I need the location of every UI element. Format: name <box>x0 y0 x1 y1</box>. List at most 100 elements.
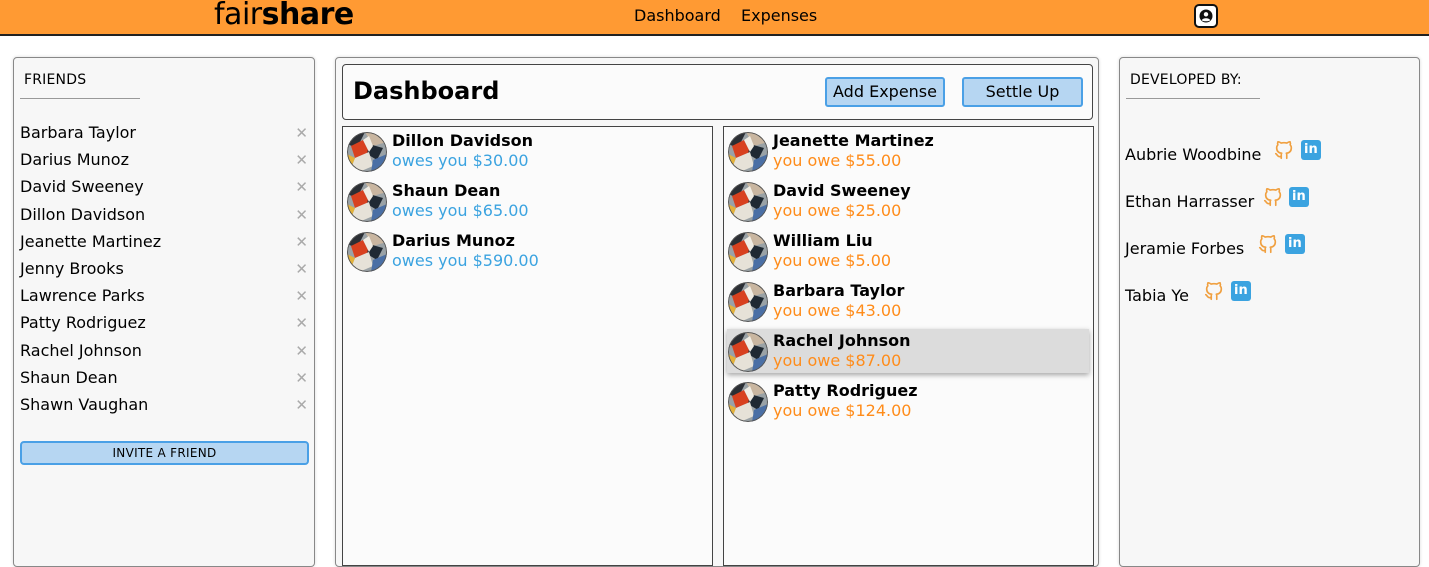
balance-entry[interactable]: Shaun Dean owes you $65.00 <box>346 179 708 223</box>
add-expense-button[interactable]: Add Expense <box>825 77 945 107</box>
dashboard-header: Dashboard Add Expense Settle Up <box>342 64 1093 120</box>
avatar <box>728 182 768 222</box>
developers-panel: DEVELOPED BY: Aubrie Woodbine in Ethan Har… <box>1119 57 1420 567</box>
entry-amount: you owe $55.00 <box>773 151 902 170</box>
top-navbar: fairshare Dashboard Expenses <box>0 0 1429 36</box>
entry-name: Darius Munoz <box>392 231 515 250</box>
remove-friend-icon[interactable]: ✕ <box>295 177 308 197</box>
balance-entry[interactable]: Darius Munoz owes you $590.00 <box>346 229 708 273</box>
friend-list-item: Darius Munoz ✕ <box>20 150 308 172</box>
developer-item: Aubrie Woodbine in <box>1125 139 1345 165</box>
balance-entry[interactable]: Dillon Davidson owes you $30.00 <box>346 129 708 173</box>
settle-up-button[interactable]: Settle Up <box>962 77 1083 107</box>
remove-friend-icon[interactable]: ✕ <box>295 205 308 225</box>
balance-entry[interactable]: Patty Rodriguez you owe $124.00 <box>727 379 1089 423</box>
linkedin-glyph: in <box>1234 283 1248 298</box>
logo-fair: fair <box>214 0 262 32</box>
entry-name: Barbara Taylor <box>773 281 905 300</box>
avatar <box>728 332 768 372</box>
remove-friend-icon[interactable]: ✕ <box>295 123 308 143</box>
avatar <box>728 382 768 422</box>
linkedin-glyph: in <box>1304 142 1318 157</box>
entry-amount: you owe $5.00 <box>773 251 892 270</box>
avatar <box>347 232 387 272</box>
friend-list-item: Jenny Brooks ✕ <box>20 259 308 281</box>
linkedin-icon[interactable]: in <box>1289 187 1309 207</box>
balance-entry[interactable]: Barbara Taylor you owe $43.00 <box>727 279 1089 323</box>
entry-name: Patty Rodriguez <box>773 381 918 400</box>
developer-item: Ethan Harrasser in <box>1125 186 1345 212</box>
user-profile-button[interactable] <box>1194 4 1218 28</box>
developer-name: Ethan Harrasser <box>1125 192 1255 211</box>
linkedin-icon[interactable]: in <box>1301 140 1321 160</box>
entry-name: David Sweeney <box>773 181 911 200</box>
dashboard-panel: Dashboard Add Expense Settle Up Dillon D… <box>335 57 1099 567</box>
friend-name[interactable]: Shawn Vaughan <box>20 395 148 415</box>
friend-name[interactable]: Patty Rodriguez <box>20 313 146 333</box>
linkedin-icon[interactable]: in <box>1231 281 1251 301</box>
entry-amount: owes you $65.00 <box>392 201 529 220</box>
invite-friend-button[interactable]: INVITE A FRIEND <box>20 441 309 465</box>
entry-amount: owes you $30.00 <box>392 151 529 170</box>
entry-amount: you owe $87.00 <box>773 351 902 370</box>
friends-panel: FRIENDS Barbara Taylor ✕ Darius Munoz ✕ Davi… <box>13 57 315 567</box>
remove-friend-icon[interactable]: ✕ <box>295 368 308 388</box>
friend-name[interactable]: Jenny Brooks <box>20 259 124 279</box>
you-owe-list: Jeanette Martinez you owe $55.00 David Swe… <box>723 126 1094 566</box>
balance-entry[interactable]: Jeanette Martinez you owe $55.00 <box>727 129 1089 173</box>
nav-dashboard-link[interactable]: Dashboard <box>634 6 721 26</box>
friend-list-item: Patty Rodriguez ✕ <box>20 313 308 335</box>
entry-amount: you owe $124.00 <box>773 401 912 420</box>
remove-friend-icon[interactable]: ✕ <box>295 395 308 415</box>
avatar <box>728 132 768 172</box>
github-icon[interactable] <box>1203 280 1225 302</box>
developer-name: Tabia Ye <box>1125 286 1189 305</box>
friend-name[interactable]: Dillon Davidson <box>20 205 145 225</box>
balance-entry[interactable]: William Liu you owe $5.00 <box>727 229 1089 273</box>
friend-name[interactable]: Lawrence Parks <box>20 286 145 306</box>
friend-list-item: David Sweeney ✕ <box>20 177 308 199</box>
friend-list-item: Shaun Dean ✕ <box>20 368 308 390</box>
entry-name: William Liu <box>773 231 873 250</box>
linkedin-glyph: in <box>1288 236 1302 251</box>
entry-name: Dillon Davidson <box>392 131 534 150</box>
developer-name: Jeramie Forbes <box>1125 239 1245 258</box>
entry-amount: you owe $25.00 <box>773 201 902 220</box>
entry-name: Shaun Dean <box>392 181 501 200</box>
friend-name[interactable]: Shaun Dean <box>20 368 118 388</box>
developer-name: Aubrie Woodbine <box>1125 145 1262 164</box>
balance-entry[interactable]: Rachel Johnson you owe $87.00 <box>727 329 1089 373</box>
developers-title: DEVELOPED BY: <box>1130 72 1242 88</box>
friend-name[interactable]: Barbara Taylor <box>20 123 136 143</box>
remove-friend-icon[interactable]: ✕ <box>295 286 308 306</box>
nav-expenses-link[interactable]: Expenses <box>741 6 817 26</box>
entry-amount: owes you $590.00 <box>392 251 539 270</box>
remove-friend-icon[interactable]: ✕ <box>295 150 308 170</box>
developer-item: Jeramie Forbes in <box>1125 233 1345 259</box>
divider <box>20 98 140 99</box>
friend-name[interactable]: Darius Munoz <box>20 150 129 170</box>
friend-name[interactable]: David Sweeney <box>20 177 144 197</box>
github-icon[interactable] <box>1257 233 1279 255</box>
balance-entry[interactable]: David Sweeney you owe $25.00 <box>727 179 1089 223</box>
remove-friend-icon[interactable]: ✕ <box>295 259 308 279</box>
github-icon[interactable] <box>1262 186 1284 208</box>
friend-list-item: Dillon Davidson ✕ <box>20 205 308 227</box>
app-logo[interactable]: fairshare <box>214 0 354 33</box>
divider <box>1126 98 1260 99</box>
avatar <box>347 132 387 172</box>
remove-friend-icon[interactable]: ✕ <box>295 313 308 333</box>
friends-title: FRIENDS <box>24 72 87 88</box>
github-icon[interactable] <box>1273 139 1295 161</box>
remove-friend-icon[interactable]: ✕ <box>295 232 308 252</box>
friend-name[interactable]: Jeanette Martinez <box>20 232 161 252</box>
friend-name[interactable]: Rachel Johnson <box>20 341 142 361</box>
avatar <box>728 282 768 322</box>
page-title: Dashboard <box>353 77 500 105</box>
avatar <box>347 182 387 222</box>
friend-list-item: Barbara Taylor ✕ <box>20 123 308 145</box>
remove-friend-icon[interactable]: ✕ <box>295 341 308 361</box>
linkedin-icon[interactable]: in <box>1285 234 1305 254</box>
friend-list-item: Shawn Vaughan ✕ <box>20 395 308 417</box>
entry-amount: you owe $43.00 <box>773 301 902 320</box>
